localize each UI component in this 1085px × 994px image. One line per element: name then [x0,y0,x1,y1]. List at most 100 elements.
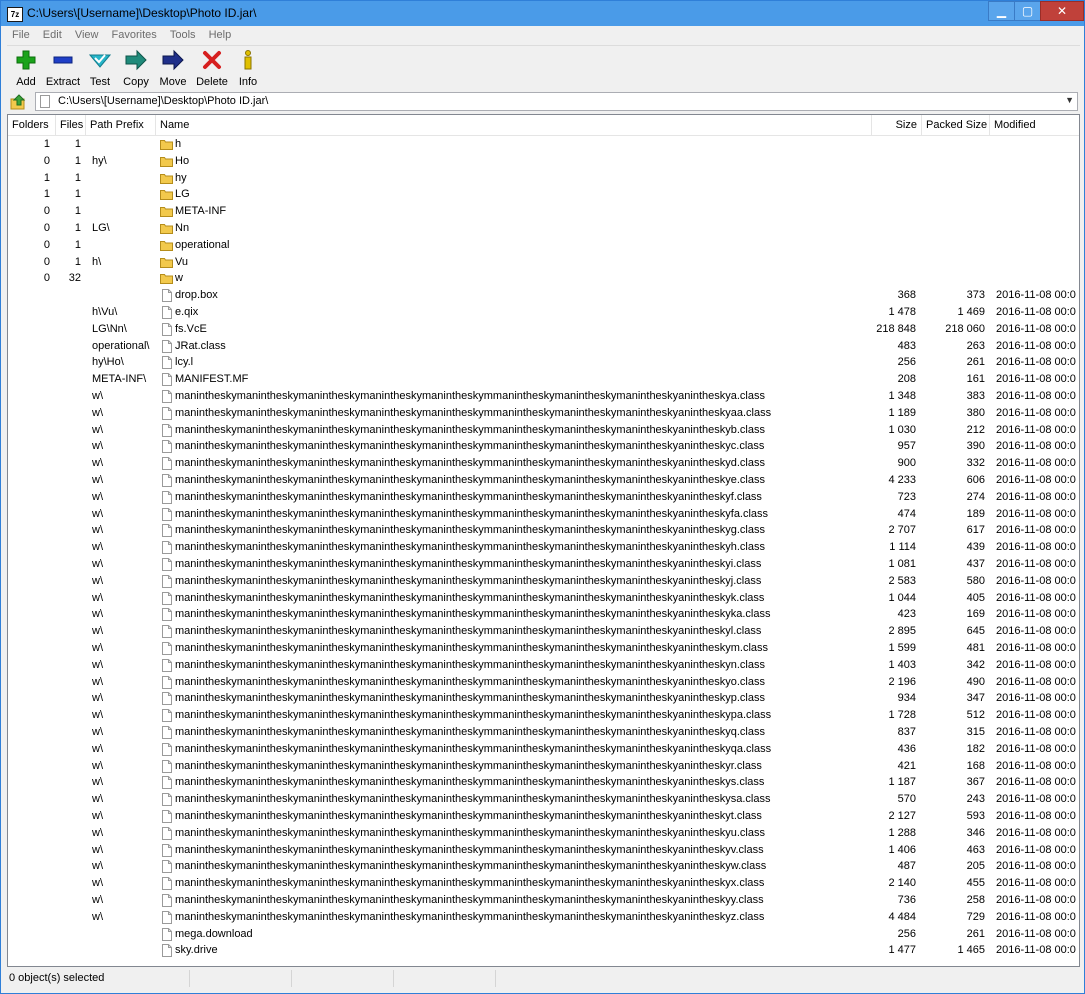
title-bar[interactable]: 7z C:\Users\[Username]\Desktop\Photo ID.… [1,1,1084,26]
cell-packed-size: 189 [966,507,985,520]
table-row[interactable]: w\ manintheskymanintheskymanintheskymanin… [8,842,1079,859]
cell-files [54,674,81,691]
maximize-button[interactable]: ▢ [1014,1,1041,21]
info-button[interactable]: Info [236,49,260,88]
cell-path-prefix [92,170,158,187]
menu-favorites[interactable]: Favorites [107,27,162,44]
cell-size: 570 [897,793,916,806]
table-row[interactable]: h\Vu\ e.qix 1 478 1 469 2016-11-08 00:03 [8,304,1079,321]
table-row[interactable]: w\ manintheskymanintheskymanintheskymanin… [8,707,1079,724]
cell-size: 368 [897,289,916,302]
test-button[interactable]: Test [87,49,113,88]
table-row[interactable]: w\ manintheskymanintheskymanintheskymanin… [8,808,1079,825]
table-row[interactable]: w\ manintheskymanintheskymanintheskymanin… [8,623,1079,640]
table-row[interactable]: 0 1 h\ Vu [8,254,1079,271]
table-row[interactable]: w\ manintheskymanintheskymanintheskymanin… [8,405,1079,422]
column-path-prefix[interactable]: Path Prefix [86,115,156,135]
cell-path-prefix: h\ [92,255,102,268]
cell-size [868,186,916,203]
table-row[interactable]: 0 32 w [8,270,1079,287]
menu-tools[interactable]: Tools [165,27,201,44]
column-folders[interactable]: Folders [8,115,56,135]
table-row[interactable]: w\ manintheskymanintheskymanintheskymanin… [8,825,1079,842]
table-row[interactable]: LG\Nn\ fs.VcE 218 848 218 060 2016-11-08 00:… [8,321,1079,338]
cell-files: 1 [74,222,81,234]
table-row[interactable]: w\ manintheskymanintheskymanintheskymanin… [8,388,1079,405]
menu-help[interactable]: Help [204,27,237,44]
cell-folders [8,791,50,808]
table-row[interactable]: w\ manintheskymanintheskymanintheskymanin… [8,438,1079,455]
table-row[interactable]: 0 1 operational [8,237,1079,254]
table-row[interactable]: w\ manintheskymanintheskymanintheskymanin… [8,422,1079,439]
table-row[interactable]: 0 1 LG\ Nn [8,220,1079,237]
table-row[interactable]: 1 1 h [8,136,1079,153]
table-row[interactable]: 1 1 hy [8,170,1079,187]
table-row[interactable]: w\ manintheskymanintheskymanintheskymanin… [8,741,1079,758]
column-packed-size[interactable]: Packed Size [922,115,990,135]
table-row[interactable]: hy\Ho\ lcy.l 256 261 2016-11-08 00:03 [8,354,1079,371]
folder-up-icon[interactable] [10,94,28,110]
table-row[interactable]: 0 1 hy\ Ho [8,153,1079,170]
column-modified[interactable]: Modified [990,115,1079,135]
cell-files [54,842,81,859]
file-icon [162,574,172,588]
menu-view[interactable]: View [70,27,104,44]
extract-button[interactable]: Extract [45,49,81,88]
cell-name: manintheskymanintheskymanintheskymaninth… [175,860,767,873]
cell-folders [8,573,50,590]
table-row[interactable]: w\ manintheskymanintheskymanintheskymanin… [8,791,1079,808]
table-row[interactable]: w\ manintheskymanintheskymanintheskymanin… [8,539,1079,556]
archive-file-icon [40,95,50,108]
move-button[interactable]: Move [158,49,188,88]
cell-path-prefix [92,926,158,943]
table-row[interactable]: w\ manintheskymanintheskymanintheskymanin… [8,640,1079,657]
address-input[interactable]: C:\Users\[Username]\Desktop\Photo ID.jar… [35,92,1078,111]
table-row[interactable]: w\ manintheskymanintheskymanintheskymanin… [8,724,1079,741]
info-label: Info [238,76,258,88]
table-row[interactable]: mega.download 256 261 2016-11-08 00:03 [8,926,1079,943]
table-row[interactable]: META-INF\ MANIFEST.MF 208 161 2016-11-08 00:… [8,371,1079,388]
table-row[interactable]: operational\ JRat.class 483 263 2016-11-08 0… [8,338,1079,355]
table-row[interactable]: w\ manintheskymanintheskymanintheskymanin… [8,590,1079,607]
table-row[interactable]: w\ manintheskymanintheskymanintheskymanin… [8,657,1079,674]
table-row[interactable]: w\ manintheskymanintheskymanintheskymanin… [8,774,1079,791]
column-size[interactable]: Size [872,115,922,135]
table-row[interactable]: w\ manintheskymanintheskymanintheskymanin… [8,506,1079,523]
table-row[interactable]: w\ manintheskymanintheskymanintheskymanin… [8,758,1079,775]
table-row[interactable]: w\ manintheskymanintheskymanintheskymanin… [8,556,1079,573]
close-button[interactable]: ✕ [1040,1,1084,21]
column-files[interactable]: Files [56,115,86,135]
cell-files [54,354,81,371]
table-row[interactable]: w\ manintheskymanintheskymanintheskymanin… [8,909,1079,926]
column-name[interactable]: Name [156,115,872,135]
cell-name: fs.VcE [175,322,207,335]
chevron-down-icon[interactable]: ▼ [1065,95,1074,105]
minimize-button[interactable]: ▁ [988,1,1015,21]
file-icon [162,373,172,387]
delete-button[interactable]: Delete [195,49,229,88]
table-row[interactable]: w\ manintheskymanintheskymanintheskymanin… [8,858,1079,875]
table-row[interactable]: w\ manintheskymanintheskymanintheskymanin… [8,455,1079,472]
table-row[interactable]: w\ manintheskymanintheskymanintheskymanin… [8,690,1079,707]
cell-size: 1 288 [888,826,916,839]
table-row[interactable]: 1 1 LG [8,186,1079,203]
table-row[interactable]: w\ manintheskymanintheskymanintheskymanin… [8,674,1079,691]
cell-modified: 2016-11-08 00:03 [996,373,1076,386]
menu-file[interactable]: File [7,27,35,44]
table-row[interactable]: w\ manintheskymanintheskymanintheskymanin… [8,875,1079,892]
table-row[interactable]: 0 1 META-INF [8,203,1079,220]
menu-edit[interactable]: Edit [38,27,67,44]
table-row[interactable]: w\ manintheskymanintheskymanintheskymanin… [8,606,1079,623]
cell-folders: 0 [43,205,50,218]
table-row[interactable]: w\ manintheskymanintheskymanintheskymanin… [8,489,1079,506]
table-row[interactable]: w\ manintheskymanintheskymanintheskymanin… [8,522,1079,539]
table-row[interactable]: w\ manintheskymanintheskymanintheskymanin… [8,573,1079,590]
copy-button[interactable]: Copy [121,49,151,88]
file-list[interactable]: Folders Files Path Prefix Name Size Pack… [7,114,1080,967]
cell-modified: 2016-11-08 00:03 [996,625,1076,638]
table-row[interactable]: w\ manintheskymanintheskymanintheskymanin… [8,472,1079,489]
table-row[interactable]: sky.drive 1 477 1 465 2016-11-08 00:03 [8,942,1079,959]
add-button[interactable]: Add [13,49,39,88]
table-row[interactable]: w\ manintheskymanintheskymanintheskymanin… [8,892,1079,909]
table-row[interactable]: drop.box 368 373 2016-11-08 00:03 [8,287,1079,304]
